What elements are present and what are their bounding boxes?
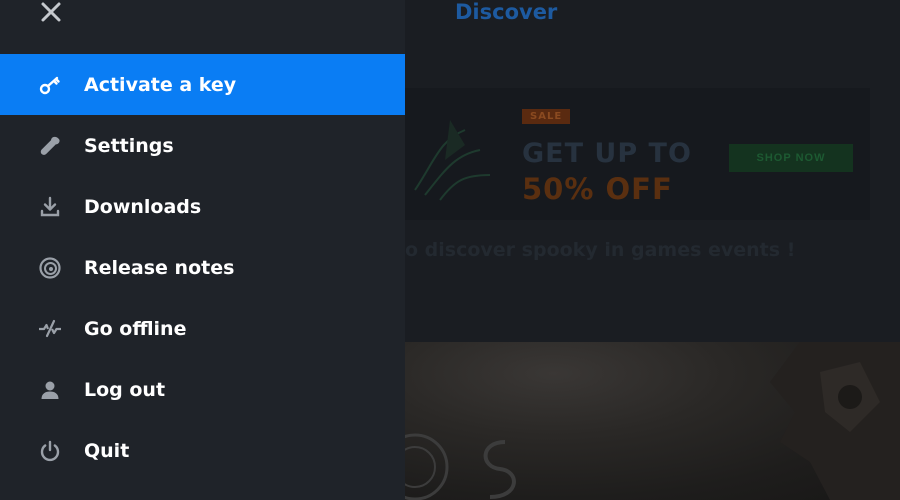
side-menu: Activate a key Settings Downloads Releas…	[0, 0, 405, 500]
menu-item-label: Log out	[84, 378, 166, 401]
sale-badge: SALE	[522, 109, 571, 124]
menu-item-go-offline[interactable]: Go offline	[0, 298, 405, 359]
shop-now-button[interactable]: SHOP NOW	[729, 144, 853, 172]
menu-item-activate-key[interactable]: Activate a key	[0, 54, 405, 115]
menu-item-label: Release notes	[84, 256, 235, 279]
menu-item-label: Downloads	[84, 195, 202, 218]
power-icon	[38, 439, 62, 463]
promo-headline: GET UP TO	[522, 138, 692, 169]
menu-item-label: Go offline	[84, 317, 187, 340]
promo-discount: 50% OFF	[522, 172, 673, 206]
menu-item-settings[interactable]: Settings	[0, 115, 405, 176]
top-navigation: s Discover	[393, 0, 900, 28]
banner-artwork	[414, 120, 491, 201]
close-menu-button[interactable]	[38, 0, 64, 26]
event-caption: o discover spooky in games events !	[405, 239, 796, 261]
hero-character-art	[770, 342, 900, 500]
wrench-icon	[38, 134, 62, 158]
menu-item-quit[interactable]: Quit	[0, 420, 405, 481]
user-icon	[38, 378, 62, 402]
download-icon	[38, 195, 62, 219]
hero-image[interactable]	[405, 342, 900, 500]
go-offline-icon	[38, 317, 62, 341]
menu-list: Activate a key Settings Downloads Releas…	[0, 54, 405, 481]
nav-tab-discover[interactable]: Discover	[455, 0, 557, 24]
close-icon	[41, 2, 61, 22]
release-notes-icon	[38, 256, 62, 280]
menu-item-downloads[interactable]: Downloads	[0, 176, 405, 237]
promo-banner[interactable]: SALE GET UP TO 50% OFF SHOP NOW	[405, 88, 870, 220]
game-logo-image	[405, 433, 516, 500]
menu-item-label: Quit	[84, 439, 130, 462]
key-icon	[38, 73, 62, 97]
menu-item-label: Activate a key	[84, 73, 237, 96]
menu-item-release-notes[interactable]: Release notes	[0, 237, 405, 298]
menu-item-log-out[interactable]: Log out	[0, 359, 405, 420]
menu-item-label: Settings	[84, 134, 174, 157]
